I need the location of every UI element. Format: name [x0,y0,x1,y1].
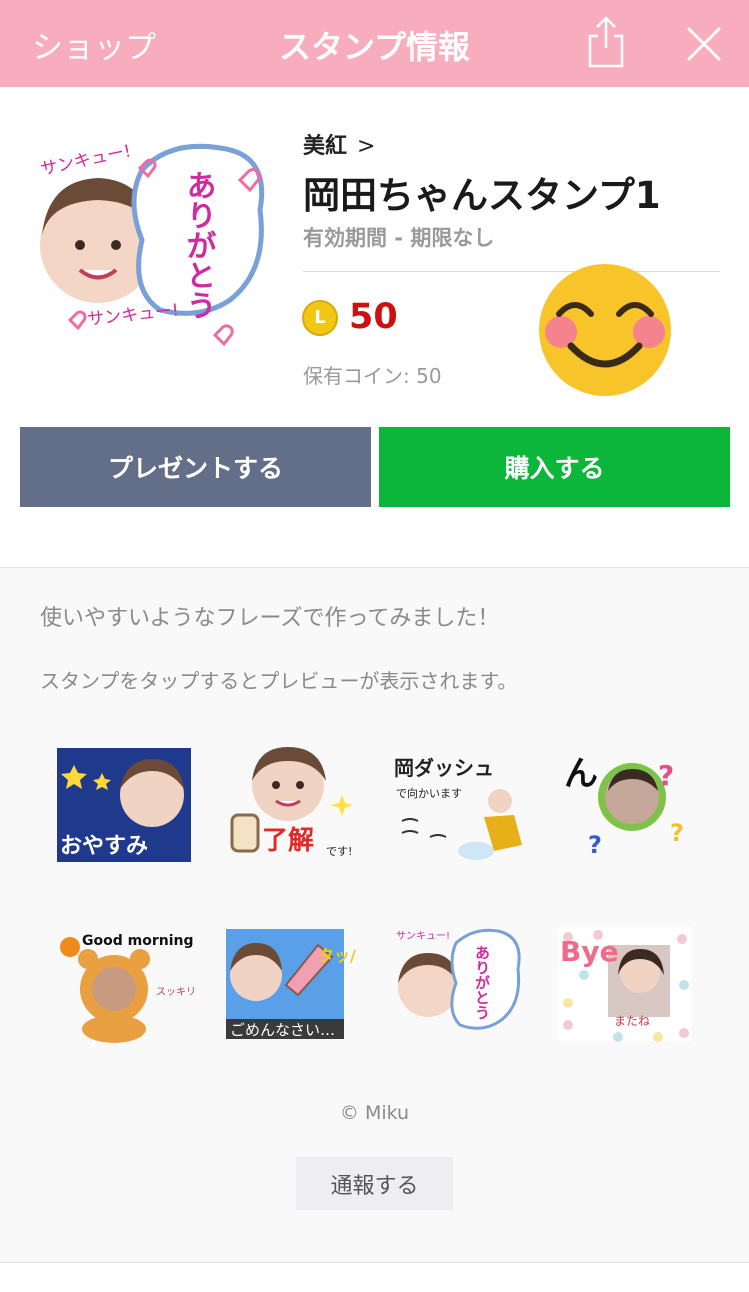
author-link[interactable]: 美紅 > [303,128,375,160]
svg-text:?: ? [588,831,602,859]
sticker-title: 岡田ちゃんスタンプ1 [303,174,661,217]
svg-text:ありがとう: ありがとう [473,945,491,1020]
validity-period: 有効期間 - 期限なし [303,226,495,250]
svg-text:タッ/: タッ/ [318,946,356,965]
smiling-face-emoji-icon [539,264,671,396]
author-name: 美紅 [303,134,348,159]
svg-text:おやすみ: おやすみ [60,834,148,859]
chevron-right-icon: > [357,134,376,159]
bubble-text: ありがとう [181,170,216,320]
share-icon[interactable] [584,14,628,70]
svg-text:で向かいます: で向かいます [396,786,462,800]
stamp-preview-dash[interactable]: 岡ダッシュ で向かいます [390,745,530,865]
stamp-preview-gomennasai[interactable]: タッ/ ごめんなさい… [222,925,362,1045]
page-title: スタンプ情報 [278,28,471,66]
description-text: 使いやすいようなフレーズで作ってみました！ [40,606,500,631]
stamp-preview-bye[interactable]: Bye またね [558,925,698,1045]
svg-text:サンキュー!: サンキュー! [86,300,179,329]
owned-coins: 保有コイン: 50 [303,364,442,388]
svg-text:?: ? [670,819,684,847]
preview-hint: スタンプをタップするとプレビューが表示されます。 [40,669,518,693]
price: 50 [349,297,398,337]
stamp-preview-arigatou[interactable]: ありがとう サンキュー! [390,925,530,1045]
svg-text:です!: です! [326,845,352,858]
svg-text:岡ダッシュ: 岡ダッシュ [394,756,494,780]
svg-text:Bye: Bye [560,935,619,968]
close-icon[interactable] [682,22,726,66]
svg-text:またね: またね [614,1014,650,1028]
svg-text:ん: ん [564,754,598,794]
main-stamp-image: ありがとう サンキュー! サンキュー! [39,141,265,347]
copyright: © Miku [339,1102,410,1124]
report-button[interactable]: 通報する [296,1157,453,1210]
buy-button[interactable]: 購入する [379,427,730,507]
present-button[interactable]: プレゼントする [20,427,371,507]
svg-text:ごめんなさい…: ごめんなさい… [230,1021,335,1039]
svg-text:サンキュー!: サンキュー! [396,930,450,942]
svg-text:?: ? [658,759,674,792]
svg-text:スッキリ: スッキリ [156,987,194,998]
svg-text:了解: 了解 [262,826,314,856]
line-coin-icon: L [302,300,338,336]
svg-text:サンキュー!: サンキュー! [39,141,133,180]
stamp-preview-oyasumi[interactable]: おやすみ [54,745,194,865]
stamp-preview-good-morning[interactable]: Good morning スッキリ [54,925,194,1045]
stamp-preview-ryoukai[interactable]: 了解 です! [222,745,362,865]
svg-text:Good morning: Good morning [82,933,194,949]
top-bar: ショップ スタンプ情報 [0,0,749,87]
stamp-preview-n[interactable]: ん ? ? ? [558,745,698,865]
